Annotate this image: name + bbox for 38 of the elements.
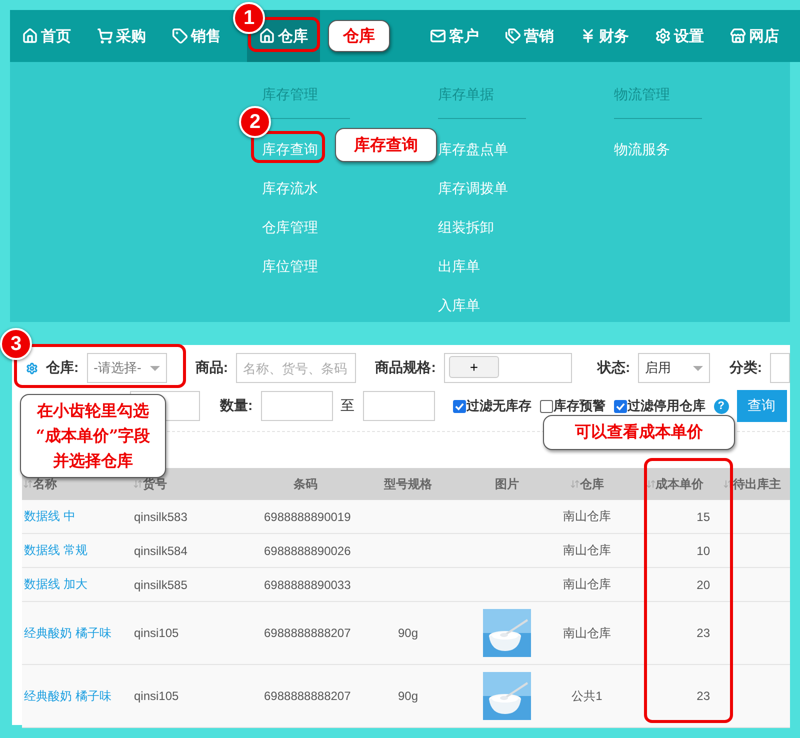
cost-price: 15 [696, 510, 710, 524]
field-label: 状态: [597, 359, 630, 377]
cost-price: 20 [696, 578, 710, 592]
item-code: qinsilk585 [134, 578, 188, 592]
menu-group-title: 库存单据 [438, 86, 526, 119]
spec: 90g [398, 626, 418, 640]
callout-text: 在小齿轮里勾选 [37, 400, 149, 422]
callout-text: 库存查询 [354, 134, 418, 156]
warehouse-name: 南山仓库 [563, 509, 611, 523]
warehouse-name: 南山仓库 [563, 543, 611, 557]
cost-price: 23 [696, 626, 710, 640]
item-code: qinsi105 [134, 689, 179, 703]
callout-text: 仓库 [343, 26, 375, 46]
step-badge: 1 [233, 2, 265, 34]
barcode: 6988888888207 [264, 689, 351, 703]
cost-price: 23 [696, 689, 710, 703]
field-label: 商品: [195, 359, 228, 377]
barcode: 6988888890033 [264, 578, 351, 592]
warehouse-name: 公共1 [572, 688, 602, 702]
barcode: 6988888888207 [264, 626, 351, 640]
warehouse-name: 南山仓库 [563, 626, 611, 640]
callout-text: 可以查看成本单价 [575, 422, 703, 443]
cost-price: 10 [696, 544, 710, 558]
warehouse-name: 南山仓库 [563, 577, 611, 591]
step-badge: 3 [0, 328, 32, 360]
item-code: qinsi105 [134, 626, 179, 640]
callout-text: “成本单价”字段 [36, 426, 150, 446]
item-code: qinsilk583 [134, 510, 188, 524]
range-separator: 至 [340, 397, 355, 415]
item-code: qinsilk584 [134, 544, 188, 558]
field-label: 数量: [220, 397, 253, 415]
menu-group-title: 物流管理 [614, 86, 702, 119]
spec: 90g [398, 689, 418, 703]
barcode: 6988888890019 [264, 510, 351, 524]
field-label: 分类: [729, 359, 762, 377]
field-label: 商品规格: [375, 359, 436, 377]
barcode: 6988888890026 [264, 544, 351, 558]
field-label: 仓库: [46, 359, 79, 377]
